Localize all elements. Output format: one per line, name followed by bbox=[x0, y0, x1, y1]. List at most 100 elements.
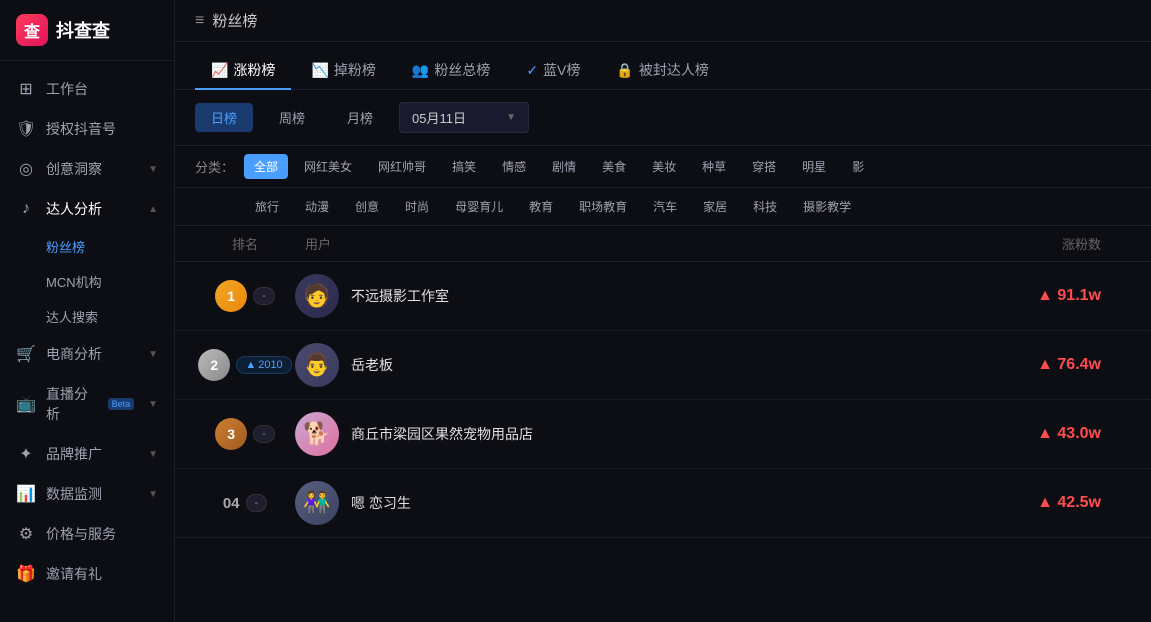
cat-home-button[interactable]: 家居 bbox=[693, 194, 737, 219]
tab-fans-up[interactable]: 📈 涨粉榜 bbox=[195, 52, 291, 90]
auth-icon: 🛡 bbox=[16, 119, 36, 139]
page-title: 粉丝榜 bbox=[212, 10, 257, 31]
fans-change-value-4: ▲ 42.5w bbox=[1037, 494, 1101, 512]
sidebar-item-insight[interactable]: ◎ 创意洞察 ▼ bbox=[0, 149, 174, 189]
sidebar-subitem-mcn[interactable]: MCN机构 bbox=[0, 264, 174, 299]
rank-medal-silver: 2 bbox=[198, 349, 230, 381]
sidebar-item-label: 工作台 bbox=[46, 79, 158, 99]
sidebar-item-label: 价格与服务 bbox=[46, 524, 158, 544]
fans-count-4: ▲ 42.5w bbox=[981, 494, 1131, 512]
date-value: 05月11日 bbox=[412, 108, 466, 127]
sidebar: 查 抖查查 ⊞ 工作台 🛡 授权抖音号 ◎ 创意洞察 ▼ ♪ 达人分析 ▲ 粉丝… bbox=[0, 0, 175, 622]
sidebar-item-auth[interactable]: 🛡 授权抖音号 bbox=[0, 109, 174, 149]
top-header: ≡ 粉丝榜 bbox=[175, 0, 1151, 42]
cat-anime-button[interactable]: 动漫 bbox=[295, 194, 339, 219]
tab-fans-total[interactable]: 👥 粉丝总榜 bbox=[396, 52, 506, 90]
cat-fashion-button[interactable]: 穿搭 bbox=[742, 154, 786, 179]
cat-photo-edu-button[interactable]: 摄影教学 bbox=[793, 194, 861, 219]
header-menu-icon: ≡ bbox=[195, 12, 204, 30]
sidebar-menu: ⊞ 工作台 🛡 授权抖音号 ◎ 创意洞察 ▼ ♪ 达人分析 ▲ 粉丝榜 MCN机… bbox=[0, 61, 174, 622]
sidebar-item-brand[interactable]: ✦ 品牌推广 ▼ bbox=[0, 434, 174, 474]
cat-drama-button[interactable]: 剧情 bbox=[542, 154, 586, 179]
cat-makeup-button[interactable]: 美妆 bbox=[642, 154, 686, 179]
table-row[interactable]: 3 - 🐕 商丘市梁园区果然宠物用品店 ▲ 43.0w bbox=[175, 400, 1151, 469]
cat-trend-button[interactable]: 时尚 bbox=[395, 194, 439, 219]
cat-parenting-button[interactable]: 母婴育儿 bbox=[445, 194, 513, 219]
sidebar-item-label: 达人分析 bbox=[46, 199, 138, 219]
up-arrow-icon: ▲ bbox=[245, 359, 256, 371]
cat-emotion-button[interactable]: 情感 bbox=[492, 154, 536, 179]
blocked-icon: 🔒 bbox=[616, 62, 633, 79]
rank-change-badge-3: - bbox=[253, 425, 275, 443]
sidebar-item-monitor[interactable]: 📊 数据监测 ▼ bbox=[0, 474, 174, 514]
sidebar-item-pricing[interactable]: ⚙ 价格与服务 bbox=[0, 514, 174, 554]
sidebar-item-label: 品牌推广 bbox=[46, 444, 138, 464]
logo-icon: 查 bbox=[16, 14, 48, 46]
insight-icon: ◎ bbox=[16, 159, 36, 179]
table-row[interactable]: 04 - 👫 嗯 恋习生 ▲ 42.5w bbox=[175, 469, 1151, 538]
cat-edu-button[interactable]: 教育 bbox=[519, 194, 563, 219]
tab-fans-down[interactable]: 📉 掉粉榜 bbox=[295, 52, 391, 90]
table-area: 排名 用户 涨粉数 1 - 🧑 不远摄影工作室 ▲ 91.1w bbox=[175, 226, 1151, 622]
table-header: 排名 用户 涨粉数 bbox=[175, 226, 1151, 262]
pricing-icon: ⚙ bbox=[16, 524, 36, 544]
live-icon: 📺 bbox=[16, 394, 36, 414]
cat-creative-button[interactable]: 创意 bbox=[345, 194, 389, 219]
cat-car-button[interactable]: 汽车 bbox=[643, 194, 687, 219]
sidebar-subitem-fans-rank[interactable]: 粉丝榜 bbox=[0, 229, 174, 264]
tabs-bar: 📈 涨粉榜 📉 掉粉榜 👥 粉丝总榜 ✓ 蓝V榜 🔒 被封达人榜 bbox=[175, 42, 1151, 90]
category-label: 分类： bbox=[195, 157, 234, 176]
rank-change-value: - bbox=[262, 428, 266, 440]
sidebar-item-invite[interactable]: 🎁 邀请有礼 bbox=[0, 554, 174, 594]
cat-handsome-button[interactable]: 网红帅哥 bbox=[368, 154, 436, 179]
user-area-3: 🐕 商丘市梁园区果然宠物用品店 bbox=[295, 412, 981, 456]
tab-label: 被封达人榜 bbox=[639, 60, 709, 80]
cat-travel-button[interactable]: 旅行 bbox=[245, 194, 289, 219]
period-month-button[interactable]: 月榜 bbox=[331, 103, 389, 132]
cat-all-button[interactable]: 全部 bbox=[244, 154, 288, 179]
cat-grass-button[interactable]: 种草 bbox=[692, 154, 736, 179]
table-row[interactable]: 2 ▲ 2010 👨 岳老板 ▲ 76.4w bbox=[175, 331, 1151, 400]
rank-area-3: 3 - bbox=[195, 418, 295, 450]
chevron-down-icon: ▼ bbox=[148, 489, 158, 500]
date-selector[interactable]: 05月11日 ▼ bbox=[399, 102, 529, 133]
cat-star-button[interactable]: 明星 bbox=[792, 154, 836, 179]
chevron-down-icon: ▼ bbox=[148, 349, 158, 360]
sidebar-subitem-kol-search[interactable]: 达人搜索 bbox=[0, 299, 174, 334]
fans-count-2: ▲ 76.4w bbox=[981, 356, 1131, 374]
sidebar-item-live[interactable]: 📺 直播分析 Beta ▼ bbox=[0, 374, 174, 434]
cat-food-button[interactable]: 美食 bbox=[592, 154, 636, 179]
rank-medal-bronze: 3 bbox=[215, 418, 247, 450]
ecom-icon: 🛒 bbox=[16, 344, 36, 364]
cat-tech-button[interactable]: 科技 bbox=[743, 194, 787, 219]
rank-change-badge-4: - bbox=[246, 494, 268, 512]
chevron-down-icon: ▼ bbox=[148, 399, 158, 410]
category-bar-1: 分类： 全部 网红美女 网红帅哥 搞笑 情感 剧情 美食 美妆 种草 穿搭 明星… bbox=[175, 146, 1151, 188]
monitor-icon: 📊 bbox=[16, 484, 36, 504]
sidebar-item-kol[interactable]: ♪ 达人分析 ▲ bbox=[0, 189, 174, 229]
tab-blue-v[interactable]: ✓ 蓝V榜 bbox=[510, 52, 596, 90]
fans-count-3: ▲ 43.0w bbox=[981, 425, 1131, 443]
sidebar-item-ecom[interactable]: 🛒 电商分析 ▼ bbox=[0, 334, 174, 374]
cat-funny-button[interactable]: 搞笑 bbox=[442, 154, 486, 179]
tab-label: 蓝V榜 bbox=[543, 60, 580, 80]
cat-beauty-button[interactable]: 网红美女 bbox=[294, 154, 362, 179]
cat-more-button[interactable]: 影 bbox=[842, 154, 874, 179]
tab-label: 粉丝总榜 bbox=[434, 60, 490, 80]
avatar-2: 👨 bbox=[295, 343, 339, 387]
avatar-1: 🧑 bbox=[295, 274, 339, 318]
cat-workplace-button[interactable]: 职场教育 bbox=[569, 194, 637, 219]
sidebar-item-workspace[interactable]: ⊞ 工作台 bbox=[0, 69, 174, 109]
table-row[interactable]: 1 - 🧑 不远摄影工作室 ▲ 91.1w bbox=[175, 262, 1151, 331]
rank-area-1: 1 - bbox=[195, 280, 295, 312]
avatar-3: 🐕 bbox=[295, 412, 339, 456]
period-day-button[interactable]: 日榜 bbox=[195, 103, 253, 132]
tab-label: 涨粉榜 bbox=[233, 60, 275, 80]
period-week-button[interactable]: 周榜 bbox=[263, 103, 321, 132]
fans-change-value-1: ▲ 91.1w bbox=[1037, 287, 1101, 305]
fans-total-icon: 👥 bbox=[412, 62, 429, 79]
col-rank-header: 排名 bbox=[195, 234, 295, 253]
fans-change-value-2: ▲ 76.4w bbox=[1037, 356, 1101, 374]
tab-blocked[interactable]: 🔒 被封达人榜 bbox=[600, 52, 724, 90]
brand-icon: ✦ bbox=[16, 444, 36, 464]
